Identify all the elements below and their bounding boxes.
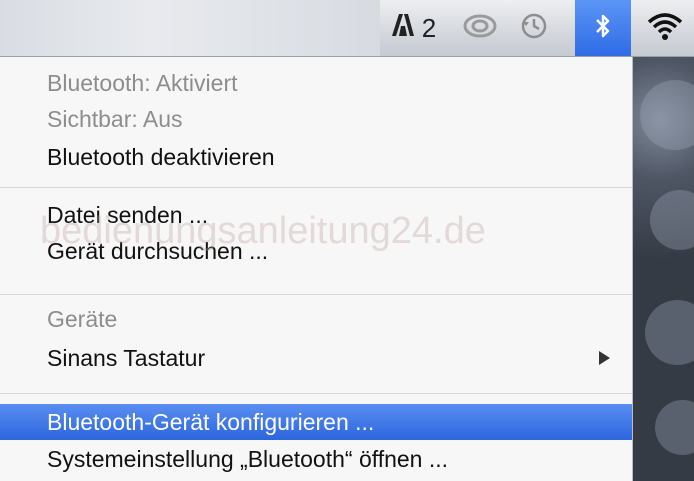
desktop-bubble [650, 190, 694, 250]
bluetooth-menu[interactable] [575, 0, 631, 56]
wifi-icon [646, 11, 684, 46]
time-machine-icon [520, 12, 548, 45]
bluetooth-icon [594, 12, 612, 45]
menu-separator [0, 294, 632, 295]
menu-separator [0, 187, 632, 188]
adobe-icon [390, 12, 416, 45]
menu-item-discoverable-status: Sichtbar: Aus [47, 105, 183, 132]
bluetooth-dropdown-menu: Bluetooth: Aktiviert Sichtbar: Aus Bluet… [0, 57, 633, 481]
menu-item-device-sinans-keyboard[interactable]: Sinans Tastatur [0, 340, 632, 376]
menu-item-browse-device[interactable]: Gerät durchsuchen ... [0, 233, 632, 269]
menu-item-disable-bluetooth[interactable]: Bluetooth deaktivieren [0, 139, 632, 175]
time-machine-menu[interactable] [510, 0, 558, 56]
adobe-update-count: 2 [421, 12, 437, 43]
menu-bar: 2 [0, 0, 694, 57]
menu-item-open-bluetooth-preferences[interactable]: Systemeinstellung „Bluetooth“ öffnen ... [0, 441, 632, 477]
menu-bar-left-area [0, 0, 380, 56]
menu-item-send-file[interactable]: Datei senden ... [0, 197, 632, 233]
wifi-menu[interactable] [636, 0, 694, 56]
desktop-bubble [640, 80, 694, 150]
creative-cloud-icon [462, 13, 498, 44]
desktop-bubble [655, 400, 694, 455]
desktop-bubble [645, 300, 694, 365]
submenu-arrow-icon [599, 351, 610, 365]
device-name: Sinans Tastatur [47, 344, 206, 371]
menu-separator [0, 393, 632, 394]
menu-header-devices: Geräte [47, 305, 118, 332]
menu-item-bluetooth-status: Bluetooth: Aktiviert [47, 69, 238, 96]
menu-item-setup-bluetooth-device[interactable]: Bluetooth-Gerät konfigurieren ... [0, 404, 632, 440]
creative-cloud-menu[interactable] [455, 0, 505, 56]
adobe-updater-menu[interactable]: 2 [378, 0, 448, 56]
